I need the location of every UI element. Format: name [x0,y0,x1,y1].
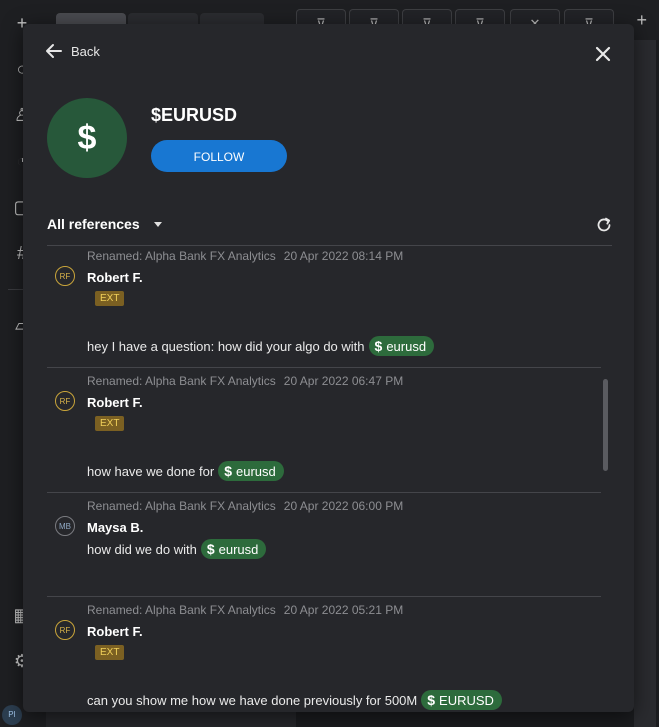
message-meta: Renamed: Alpha Bank FX Analytics 20 Apr 2… [87,374,403,388]
cashtag-chip[interactable]: $ eurusd [218,461,284,481]
external-badge: EXT [95,291,125,306]
cashtag-chip[interactable]: $ eurusd [368,336,435,356]
cashtag-label: eurusd [236,463,276,479]
message-body: hey I have a question: how did your algo… [87,338,365,354]
dollar-icon: $ [77,118,97,157]
external-badge: EXT [95,645,125,660]
avatar[interactable]: RF [55,391,75,411]
back-label: Back [71,43,100,59]
cashtag-avatar: $ [47,98,127,178]
background-panel [634,40,656,727]
background-footer [46,712,296,727]
author-name[interactable]: Maysa B. [87,520,143,535]
user-avatar[interactable]: PI [2,705,22,725]
list-divider [47,367,601,368]
refresh-icon[interactable] [595,216,613,234]
message-text: can you show me how we have done previou… [87,690,502,710]
close-icon[interactable] [593,44,613,64]
timestamp: 20 Apr 2022 05:21 PM [283,603,404,617]
conversation-name: Renamed: Alpha Bank FX Analytics [87,249,276,263]
dollar-icon: $ [206,541,215,557]
list-divider [47,596,601,597]
avatar[interactable]: RF [55,620,75,640]
conversation-name: Renamed: Alpha Bank FX Analytics [87,603,276,617]
cashtag-label: eurusd [218,541,259,557]
follow-button[interactable]: FOLLOW [151,140,287,172]
conversation-name: Renamed: Alpha Bank FX Analytics [87,374,276,388]
message-text: how did we do with $ eurusd [87,539,267,559]
cashtag-label: eurusd [386,338,427,354]
timestamp: 20 Apr 2022 08:14 PM [283,249,404,263]
scrollbar[interactable] [603,379,608,471]
timestamp: 20 Apr 2022 06:47 PM [283,374,404,388]
page-title: $EURUSD [151,105,238,125]
dollar-icon: $ [427,692,436,708]
dollar-icon: $ [374,338,383,354]
message-body: how have we done for [87,463,215,479]
back-arrow-icon [46,44,62,58]
message-meta: Renamed: Alpha Bank FX Analytics 20 Apr 2… [87,249,403,263]
filter-label: All references [47,216,140,232]
message-text: how have we done for $ eurusd [87,461,284,481]
dollar-icon: $ [224,463,232,479]
conversation-name: Renamed: Alpha Bank FX Analytics [87,499,276,513]
chevron-down-icon [153,221,162,227]
cashtag-chip[interactable]: $ EURUSD [421,690,502,710]
references-filter-dropdown[interactable]: All references [47,216,162,232]
author-name[interactable]: Robert F. [87,395,143,410]
avatar[interactable]: RF [55,266,75,286]
message-text: hey I have a question: how did your algo… [87,336,435,356]
message-meta: Renamed: Alpha Bank FX Analytics 20 Apr 2… [87,603,403,617]
cashtag-chip[interactable]: $ eurusd [200,539,267,559]
back-button[interactable]: Back [45,42,100,60]
message-body: how did we do with [87,541,197,557]
message-body: can you show me how we have done previou… [87,692,418,708]
external-badge: EXT [95,416,125,431]
cashtag-label: EURUSD [439,692,494,708]
message-meta: Renamed: Alpha Bank FX Analytics 20 Apr 2… [87,499,403,513]
references-list[interactable]: Renamed: Alpha Bank FX Analytics 20 Apr 2… [47,246,612,712]
list-divider [47,492,601,493]
author-name[interactable]: Robert F. [87,624,143,639]
author-name[interactable]: Robert F. [87,270,143,285]
avatar[interactable]: MB [55,516,75,536]
timestamp: 20 Apr 2022 06:00 PM [283,499,404,513]
add-tab-icon[interactable]: + [636,10,647,31]
cashtag-references-modal: Back $ $EURUSD FOLLOW All references Ren… [23,24,634,712]
